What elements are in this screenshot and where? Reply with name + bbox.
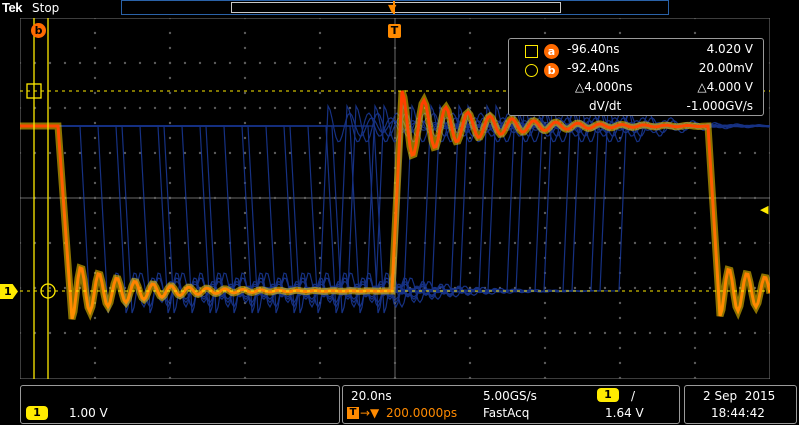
trigger-position-badge-icon: T [347,407,359,419]
delta-value: △4.000 V [697,80,753,94]
cursor-b-value: 20.00mV [698,61,753,75]
circle-icon [525,64,538,77]
cursor-a-value: 4.020 V [706,42,753,56]
trigger-position-icon[interactable]: T [388,24,401,38]
ch1-badge[interactable]: 1 [26,406,48,420]
trigger-position-value[interactable]: 200.0000ps [386,406,457,420]
cursor-a-time: -96.40ns [567,42,620,56]
trigger-delay-arrow-icon: →▼ [360,406,380,420]
acquisition-mode[interactable]: FastAcq [483,406,529,420]
trigger-level[interactable]: 1.64 V [605,406,644,420]
slope-row: dV/dt -1.000GV/s [509,99,763,117]
sample-rate[interactable]: 5.00GS/s [483,389,537,403]
slope-value: -1.000GV/s [686,99,754,113]
slope-label: dV/dt [589,99,622,113]
datetime-panel: 2 Sep 2015 18:44:42 [684,385,797,424]
cursor-b-badge-readout: b [544,63,559,78]
date-text: 2 Sep 2015 [703,389,776,403]
square-icon [525,45,538,58]
cursor-a-row: a -96.40ns 4.020 V [509,42,763,60]
ch1-status-panel[interactable]: 1 1.00 V [20,385,340,424]
time-text: 18:44:42 [711,406,765,420]
time-per-div[interactable]: 20.0ns [351,389,392,403]
trigger-position-arrow-icon: ▼ [388,2,397,15]
delta-time: △4.000ns [575,80,633,94]
trigger-level-arrow-icon: ◀ [760,203,769,216]
horizontal-status-panel[interactable]: 20.0ns 5.00GS/s T →▼ 200.0000ps FastAcq … [342,385,680,424]
cursor-b-badge[interactable]: b [31,23,46,38]
cursor-b-row: b -92.40ns 20.00mV [509,61,763,79]
delta-row: △4.000ns △4.000 V [509,80,763,98]
trigger-source-badge[interactable]: 1 [597,388,619,402]
trigger-slope-icon: / [631,389,636,403]
cursor-readout-panel[interactable]: a -96.40ns 4.020 V b -92.40ns 20.00mV △4… [508,38,764,116]
cursor-a-badge: a [544,44,559,59]
ch1-scale[interactable]: 1.00 V [69,406,108,420]
ch1-ground-marker[interactable]: 1 [0,284,18,299]
tek-logo: Tek [2,0,22,15]
cursor-b-time: -92.40ns [567,61,620,75]
run-state-label[interactable]: Stop [32,1,59,15]
